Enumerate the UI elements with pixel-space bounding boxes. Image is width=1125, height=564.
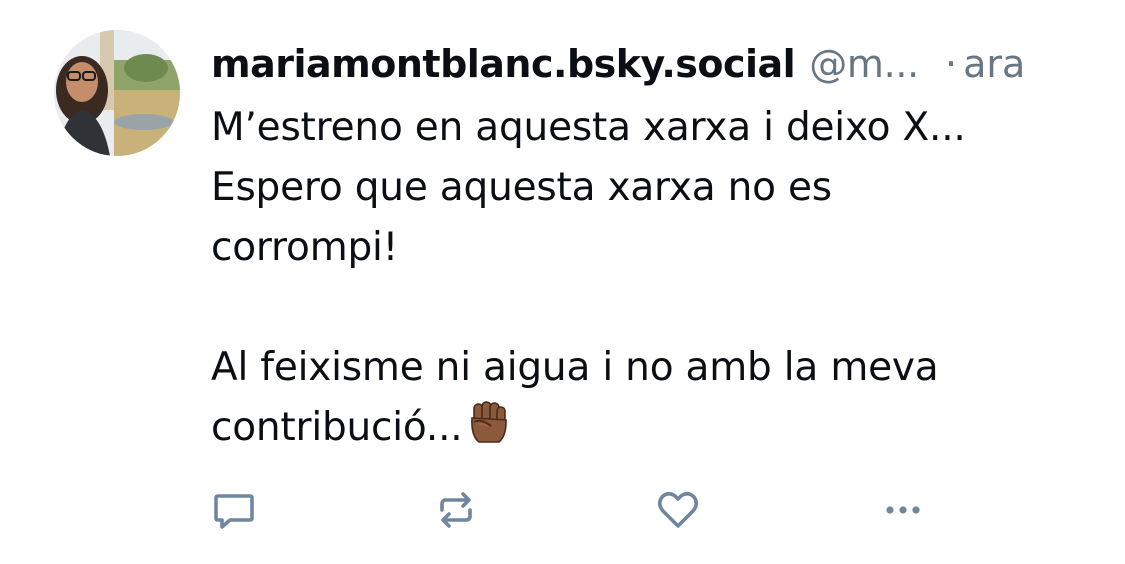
more-icon: [886, 506, 920, 514]
heart-icon: [657, 491, 699, 528]
post-text: M’estreno en aquesta xarxa i deixo X... …: [211, 105, 966, 450]
like-button[interactable]: [654, 486, 702, 534]
reply-icon: [214, 494, 254, 529]
reply-button[interactable]: [210, 486, 258, 534]
avatar[interactable]: [54, 30, 180, 156]
repost-icon: [440, 492, 472, 528]
timestamp[interactable]: ara: [963, 38, 1025, 90]
repost-button[interactable]: [432, 486, 480, 534]
raised-fist-emoji: [465, 400, 511, 446]
avatar-photo: [54, 30, 180, 156]
separator-dot: ·: [944, 42, 958, 86]
post-body: M’estreno en aquesta xarxa i deixo X... …: [211, 98, 1081, 458]
handle[interactable]: @m...: [809, 38, 919, 90]
display-name[interactable]: mariamontblanc.bsky.social: [211, 38, 796, 90]
post-actions: [0, 486, 1125, 534]
post[interactable]: mariamontblanc.bsky.social @m... · ara M…: [0, 0, 1125, 564]
post-header: mariamontblanc.bsky.social @m... · ara: [211, 38, 1085, 90]
more-button[interactable]: [879, 486, 927, 534]
